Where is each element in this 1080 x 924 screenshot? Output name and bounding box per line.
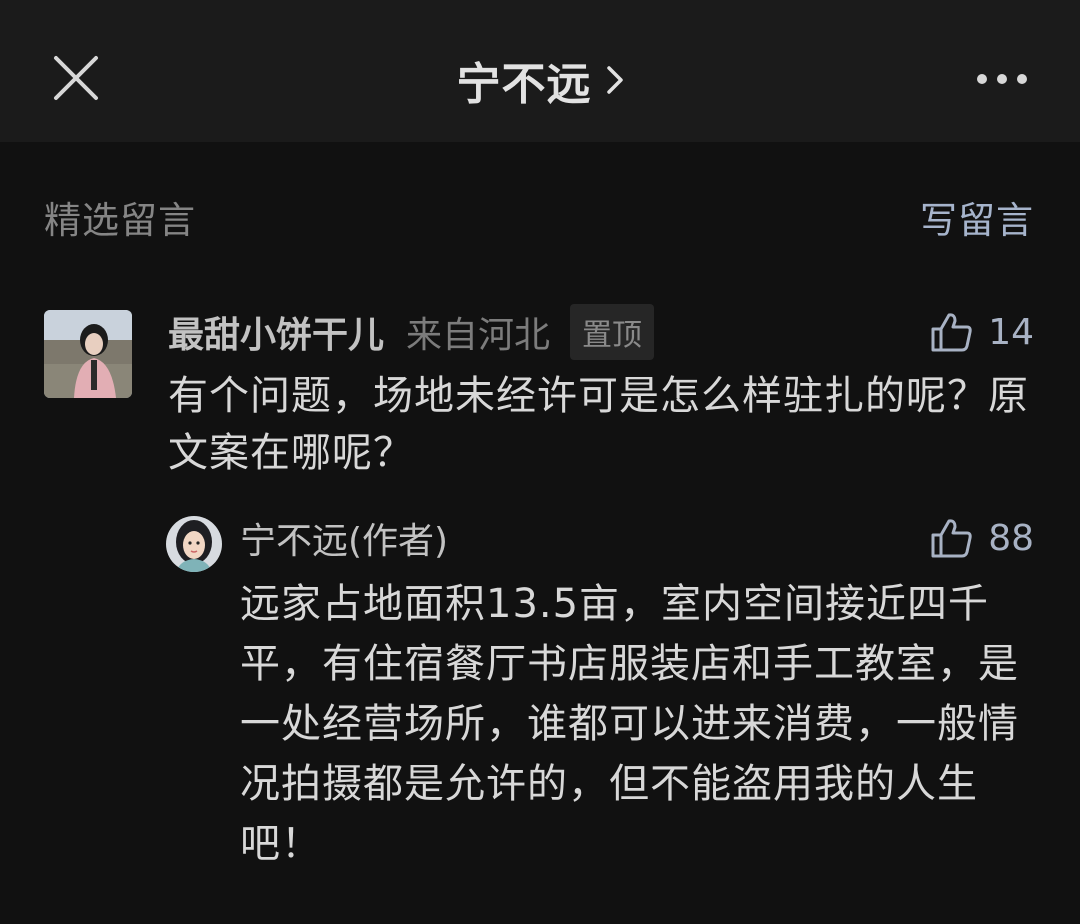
top-bar: 宁不远 bbox=[0, 0, 1080, 142]
page-title: 宁不远 bbox=[456, 59, 592, 110]
author-avatar[interactable] bbox=[166, 516, 222, 572]
comment-like-count: 14 bbox=[988, 311, 1034, 353]
section-title: 精选留言 bbox=[44, 199, 196, 242]
comment-text: 有个问题，场地未经许可是怎么样驻扎的呢？原文案在哪呢？ bbox=[168, 373, 1029, 476]
commenter-name[interactable]: 最甜小饼干儿 bbox=[168, 306, 384, 358]
more-button[interactable] bbox=[974, 64, 1030, 94]
comment-header: 最甜小饼干儿 来自河北 置顶 bbox=[168, 304, 655, 360]
reply-like-count: 88 bbox=[988, 517, 1034, 559]
author-name[interactable]: 宁不远(作者) bbox=[240, 512, 448, 564]
thumbs-up-icon bbox=[931, 313, 972, 352]
featured-comments-header: 精选留言 写留言 bbox=[44, 190, 1034, 242]
chevron-right-icon bbox=[606, 65, 624, 95]
avatar[interactable] bbox=[44, 310, 132, 398]
comment-like-button[interactable]: 14 bbox=[930, 306, 1034, 358]
write-comment-button[interactable]: 写留言 bbox=[920, 190, 1034, 244]
thumbs-up-icon bbox=[931, 519, 972, 558]
reply-text: 远家占地面积13.5亩，室内空间接近四千平，有住宿餐厅书店服装店和手工教室，是一… bbox=[240, 581, 1019, 867]
reply-like-button[interactable]: 88 bbox=[930, 512, 1034, 564]
account-title-link[interactable]: 宁不远 bbox=[0, 52, 1080, 110]
more-dots-icon bbox=[977, 74, 1027, 84]
pinned-badge: 置顶 bbox=[570, 304, 655, 360]
reply-header: 宁不远(作者) bbox=[240, 512, 448, 564]
commenter-location: 来自河北 bbox=[406, 315, 551, 356]
